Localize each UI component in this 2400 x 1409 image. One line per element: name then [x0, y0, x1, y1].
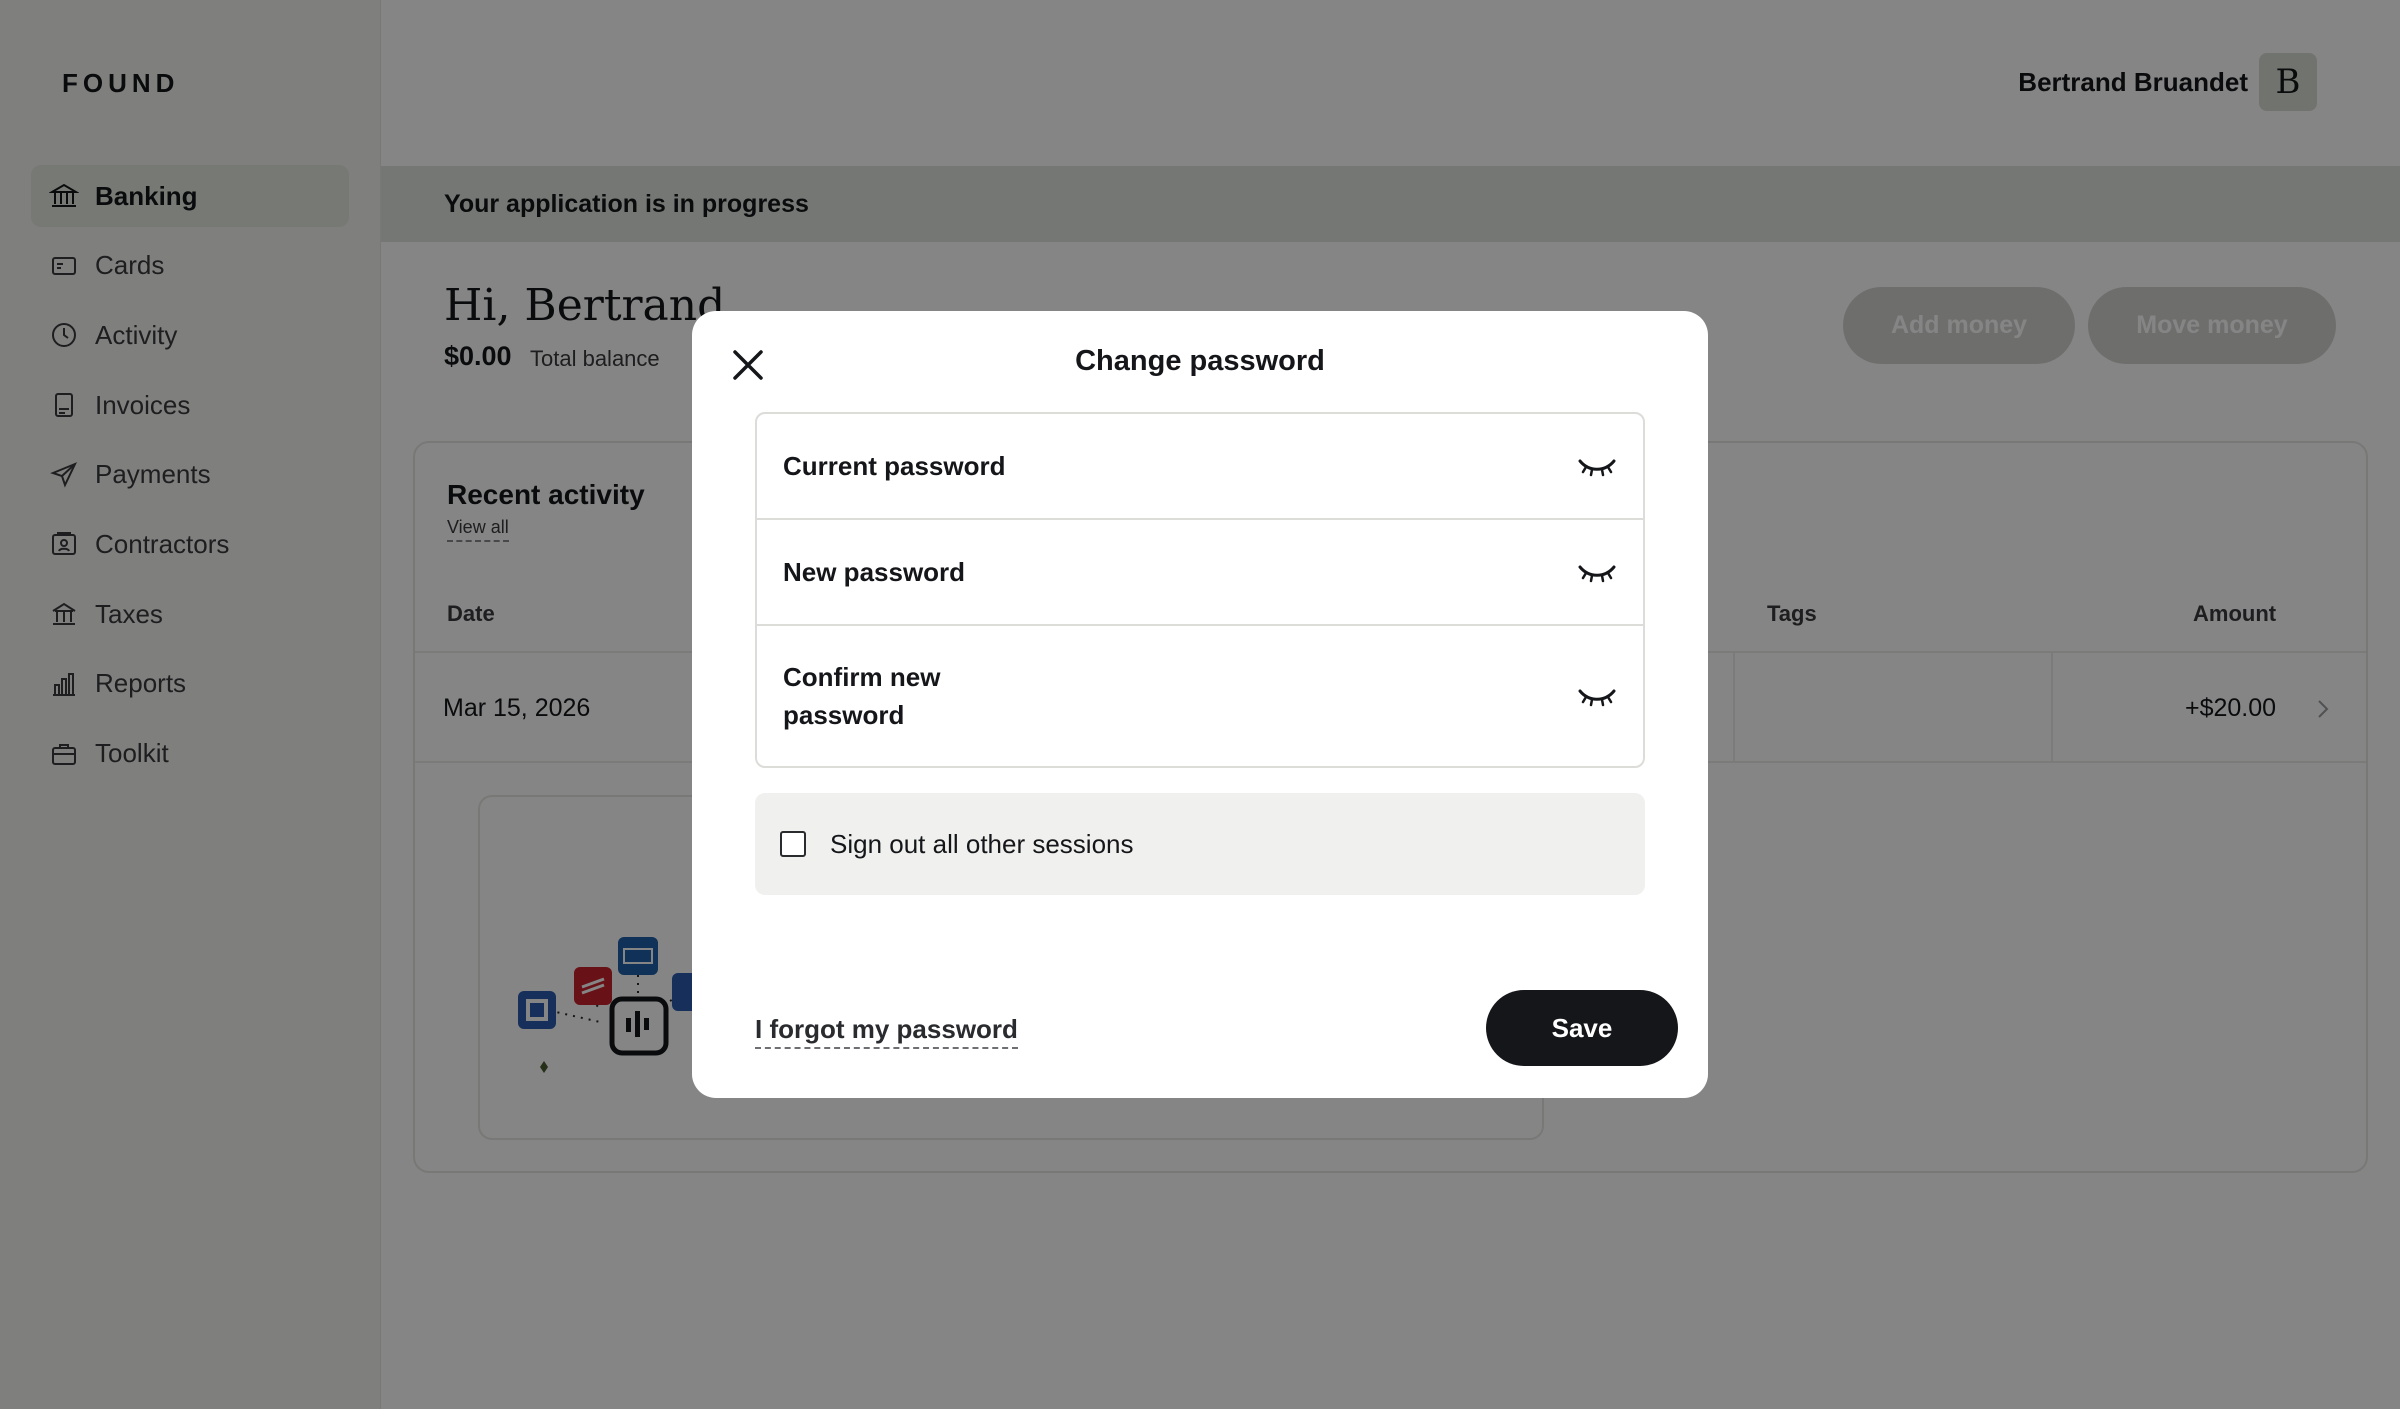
dialog-title: Change password	[1075, 345, 1325, 377]
current-password-label: Current password	[783, 451, 1006, 481]
forgot-password-link[interactable]: I forgot my password	[755, 1014, 1018, 1049]
confirm-password-label: Confirm new password	[783, 662, 941, 730]
eye-closed-icon[interactable]	[1577, 682, 1617, 710]
password-fields: Current password New password Confirm ne…	[755, 412, 1645, 768]
sign-out-sessions-option[interactable]: Sign out all other sessions	[755, 793, 1645, 895]
eye-closed-icon[interactable]	[1577, 452, 1617, 480]
change-password-dialog: Change password Current password New pas…	[692, 311, 1708, 1098]
current-password-field[interactable]: Current password	[757, 414, 1643, 520]
confirm-password-field[interactable]: Confirm new password	[757, 626, 1643, 766]
sign-out-sessions-checkbox[interactable]	[780, 831, 806, 857]
save-button[interactable]: Save	[1486, 990, 1678, 1066]
eye-closed-icon[interactable]	[1577, 558, 1617, 586]
new-password-label: New password	[783, 557, 966, 587]
new-password-field[interactable]: New password	[757, 520, 1643, 626]
sign-out-sessions-label: Sign out all other sessions	[830, 828, 1134, 859]
